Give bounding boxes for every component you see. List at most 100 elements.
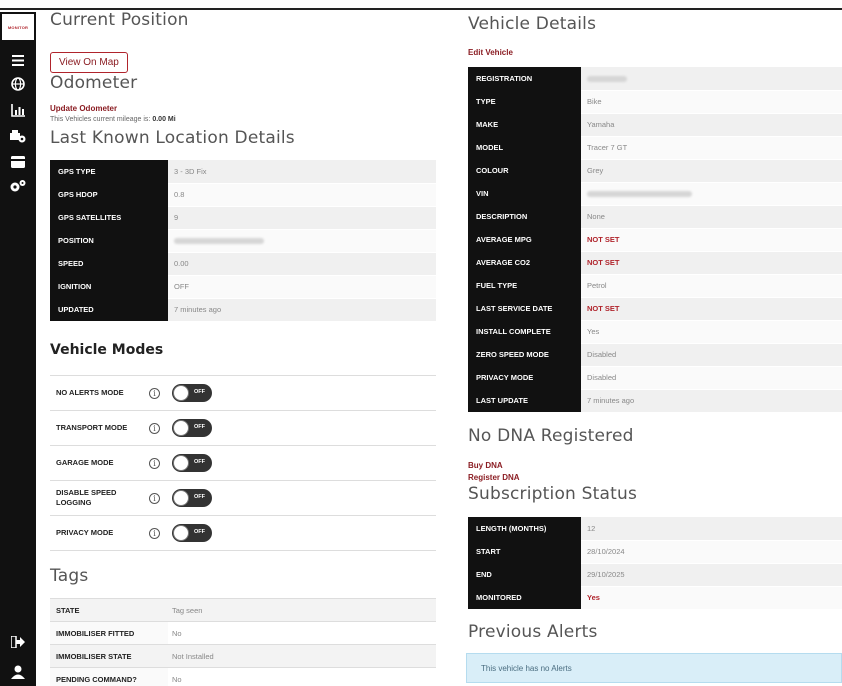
- table-row: MODEL Tracer 7 GT: [468, 136, 842, 160]
- edit-vehicle-link[interactable]: Edit Vehicle: [468, 48, 513, 57]
- row-key: MONITORED: [468, 586, 581, 609]
- mode-row-privacy: PRIVACY MODE i OFF: [50, 516, 436, 551]
- toggle-knob: [173, 385, 189, 401]
- row-key: REGISTRATION: [468, 67, 581, 90]
- privacy-toggle[interactable]: OFF: [172, 524, 212, 542]
- row-key: GPS TYPE: [50, 160, 168, 183]
- table-row: INSTALL COMPLETE Yes: [468, 320, 842, 344]
- vehicle-modes-list: NO ALERTS MODE i OFF TRANSPORT MODE i OF…: [50, 375, 436, 551]
- row-key: LAST UPDATE: [468, 389, 581, 412]
- row-value: Yamaha: [581, 113, 842, 137]
- redacted-value: [174, 238, 264, 245]
- odometer-title: Odometer: [50, 73, 138, 93]
- vehicle-modes-title: Vehicle Modes: [50, 342, 164, 358]
- register-dna-link[interactable]: Register DNA: [468, 473, 520, 482]
- transport-toggle[interactable]: OFF: [172, 419, 212, 437]
- tags-title: Tags: [50, 566, 89, 586]
- row-key: AVERAGE CO2: [468, 251, 581, 274]
- table-row: IMMOBILISER STATE Not Installed: [50, 644, 436, 668]
- vin-value-redacted: [581, 182, 842, 206]
- table-row: GPS HDOP 0.8: [50, 183, 436, 207]
- update-odometer-link[interactable]: Update Odometer: [50, 104, 117, 113]
- brand-logo[interactable]: MONITOR: [2, 14, 34, 40]
- row-value: Tracer 7 GT: [581, 136, 842, 160]
- mode-row-transport: TRANSPORT MODE i OFF: [50, 411, 436, 446]
- row-value: Not Installed: [168, 644, 436, 668]
- table-row: IGNITION OFF: [50, 275, 436, 299]
- garage-toggle[interactable]: OFF: [172, 454, 212, 472]
- toggle-knob: [173, 455, 189, 471]
- row-value: NOT SET: [581, 297, 842, 321]
- row-value: 0.00: [168, 252, 436, 276]
- info-icon[interactable]: i: [149, 422, 160, 434]
- table-row: REGISTRATION: [468, 67, 842, 91]
- tags-table: STATE Tag seen IMMOBILISER FITTED No IMMOB…: [50, 598, 436, 686]
- mode-label: DISABLE SPEED LOGGING: [56, 488, 117, 507]
- row-value: None: [581, 205, 842, 229]
- globe-icon[interactable]: [0, 72, 36, 96]
- view-on-map-button[interactable]: View On Map: [50, 52, 128, 73]
- vehicle-icon[interactable]: [0, 124, 36, 148]
- previous-alerts-title: Previous Alerts: [468, 622, 598, 642]
- subscription-title: Subscription Status: [468, 484, 638, 504]
- row-value: 7 minutes ago: [581, 389, 842, 413]
- vehicle-details-table: REGISTRATION TYPE Bike MAKE Yamaha MODEL Tr…: [468, 67, 842, 413]
- row-value: Disabled: [581, 343, 842, 367]
- no-alerts-toggle[interactable]: OFF: [172, 384, 212, 402]
- table-row: PRIVACY MODE Disabled: [468, 366, 842, 390]
- registration-value-redacted: [581, 67, 842, 91]
- table-row: FUEL TYPE Petrol: [468, 274, 842, 298]
- row-key: UPDATED: [50, 298, 168, 321]
- menu-icon[interactable]: [0, 48, 36, 72]
- row-key: LENGTH (MONTHS): [468, 517, 581, 540]
- row-key: TYPE: [468, 90, 581, 113]
- row-key: ZERO SPEED MODE: [468, 343, 581, 366]
- no-alerts-text: This vehicle has no Alerts: [481, 663, 572, 673]
- row-value: No: [168, 667, 436, 686]
- row-value: No: [168, 621, 436, 645]
- position-value-redacted: [168, 229, 436, 253]
- row-key: FUEL TYPE: [468, 274, 581, 297]
- mileage-text: This Vehicles current mileage is: 0.00 M…: [50, 116, 176, 123]
- row-key: LAST SERVICE DATE: [468, 297, 581, 320]
- row-key: PRIVACY MODE: [468, 366, 581, 389]
- toggle-knob: [173, 525, 189, 541]
- dna-title: No DNA Registered: [468, 426, 634, 446]
- user-icon[interactable]: [0, 660, 36, 684]
- toggle-state: OFF: [194, 529, 205, 535]
- toggle-knob: [173, 420, 189, 436]
- logout-icon[interactable]: [0, 630, 36, 654]
- row-key: PENDING COMMAND?: [50, 667, 168, 686]
- settings-icon[interactable]: [0, 174, 36, 198]
- card-icon[interactable]: [0, 150, 36, 174]
- mode-label: TRANSPORT MODE: [56, 423, 128, 432]
- row-value: 28/10/2024: [581, 540, 842, 564]
- subscription-table: LENGTH (MONTHS) 12 START 28/10/2024 END 29/…: [468, 517, 842, 610]
- row-value: OFF: [168, 275, 436, 299]
- table-row: TYPE Bike: [468, 90, 842, 114]
- row-key: START: [468, 540, 581, 563]
- table-row: START 28/10/2024: [468, 540, 842, 564]
- mode-row-no-alerts: NO ALERTS MODE i OFF: [50, 376, 436, 411]
- table-row: STATE Tag seen: [50, 598, 436, 622]
- info-icon[interactable]: i: [149, 492, 160, 504]
- mode-row-disable-speed-logging: DISABLE SPEED LOGGING i OFF: [50, 481, 436, 516]
- row-value: Petrol: [581, 274, 842, 298]
- row-value: Yes: [581, 320, 842, 344]
- row-key: INSTALL COMPLETE: [468, 320, 581, 343]
- location-title: Last Known Location Details: [50, 128, 295, 148]
- row-key: MAKE: [468, 113, 581, 136]
- table-row: AVERAGE MPG NOT SET: [468, 228, 842, 252]
- chart-icon[interactable]: [0, 98, 36, 122]
- table-row: AVERAGE CO2 NOT SET: [468, 251, 842, 275]
- row-key: MODEL: [468, 136, 581, 159]
- info-icon[interactable]: i: [149, 527, 160, 539]
- info-icon[interactable]: i: [149, 387, 160, 399]
- table-row: VIN: [468, 182, 842, 206]
- info-icon[interactable]: i: [149, 457, 160, 469]
- row-value: 7 minutes ago: [168, 298, 436, 322]
- row-value: NOT SET: [581, 228, 842, 252]
- speed-logging-toggle[interactable]: OFF: [172, 489, 212, 507]
- buy-dna-link[interactable]: Buy DNA: [468, 461, 503, 470]
- table-row: IMMOBILISER FITTED No: [50, 621, 436, 645]
